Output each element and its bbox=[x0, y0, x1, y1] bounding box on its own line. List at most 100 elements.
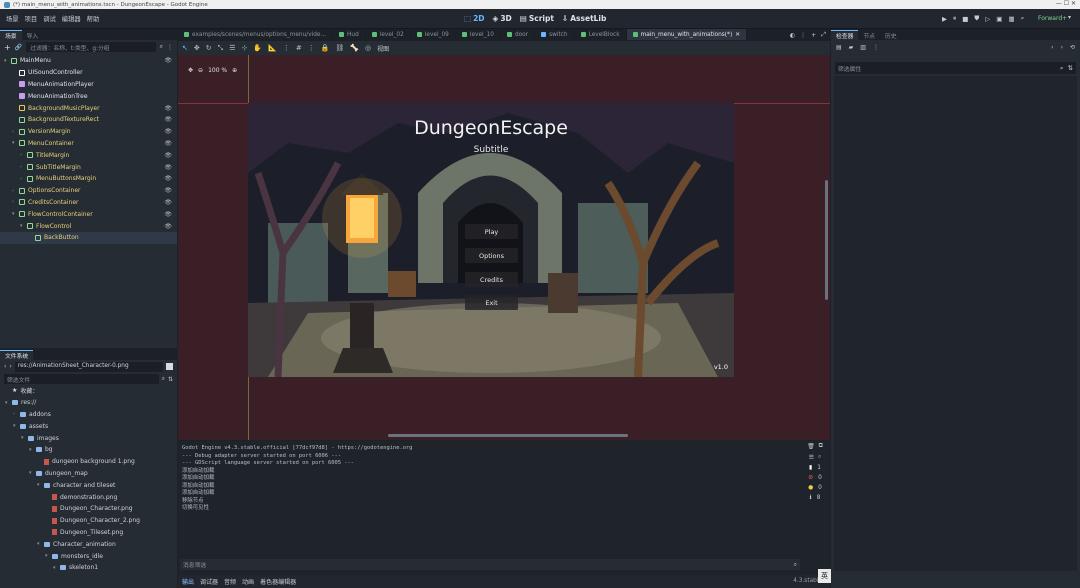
expand-arrow-icon[interactable]: › bbox=[13, 411, 20, 417]
scene-node-backgroundtexturerect[interactable]: BackgroundTextureRect 👁 bbox=[0, 114, 177, 126]
add-tab-icon[interactable]: + bbox=[811, 32, 816, 39]
menu-project[interactable]: 项目 bbox=[25, 14, 38, 23]
window-controls[interactable]: — ☐ ✕ bbox=[1056, 0, 1076, 7]
zoom-level[interactable]: 100 % bbox=[208, 67, 227, 74]
workspace-assetlib-button[interactable]: ⇩ AssetLib bbox=[562, 14, 606, 23]
scene-filter-input[interactable]: 过滤器：名称、t:类型、g:分组 bbox=[26, 42, 156, 52]
snap-icon[interactable]: ⋮ bbox=[283, 44, 290, 52]
zoom-out-icon[interactable]: ⊖ bbox=[198, 67, 203, 74]
credits-button[interactable]: Credits bbox=[465, 272, 518, 287]
movie-icon[interactable]: ▦ bbox=[1008, 15, 1014, 23]
file-item[interactable]: Dungeon_Character_2.png bbox=[0, 515, 177, 527]
pan-icon[interactable]: ✥ bbox=[188, 67, 193, 74]
visibility-toggle-icon[interactable]: 👁 bbox=[164, 116, 172, 123]
move-tool-icon[interactable]: ✥ bbox=[194, 44, 200, 52]
pause-icon[interactable]: ⏸ bbox=[953, 14, 956, 23]
warning-icon[interactable]: ● bbox=[808, 485, 813, 491]
scene-node-subtitlemargin[interactable]: › SubTitleMargin 👁 bbox=[0, 161, 177, 173]
message-filter-input[interactable]: 消息筛选 bbox=[183, 560, 206, 569]
scene-tab[interactable]: switch bbox=[535, 29, 575, 40]
folder-item[interactable]: ▾ Character_animation bbox=[0, 538, 177, 550]
more-options-icon[interactable]: ⋮ bbox=[308, 44, 315, 52]
scene-node-menuanimationplayer[interactable]: MenuAnimationPlayer bbox=[0, 79, 177, 91]
scene-tab[interactable]: examples/scenes/menus/options_menu/vide.… bbox=[178, 29, 334, 40]
expand-arrow-icon[interactable]: ▾ bbox=[29, 447, 36, 453]
horizontal-scrollbar[interactable] bbox=[388, 434, 628, 437]
tab-filesystem[interactable]: 文件系统 bbox=[0, 350, 34, 360]
ruler-icon[interactable]: 📐 bbox=[268, 44, 277, 52]
menu-help[interactable]: 帮助 bbox=[87, 14, 100, 23]
sort-icon[interactable]: ⇅ bbox=[168, 376, 173, 383]
exit-button[interactable]: Exit bbox=[465, 295, 518, 310]
history-icon[interactable]: ◐ bbox=[790, 32, 795, 39]
folder-item[interactable]: ▾ skeleton1 bbox=[0, 562, 177, 574]
clear-icon[interactable]: 🗑 bbox=[807, 444, 814, 450]
view-menu[interactable]: 视图 bbox=[377, 44, 389, 53]
scale-tool-icon[interactable]: ⤡ bbox=[218, 44, 224, 53]
folder-item[interactable]: ★ 收藏： bbox=[0, 385, 177, 397]
visibility-toggle-icon[interactable]: 👁 bbox=[164, 187, 172, 194]
add-node-icon[interactable]: + bbox=[4, 43, 11, 52]
select-tool-icon[interactable]: ↖ bbox=[182, 44, 188, 52]
stop-icon[interactable]: ■ bbox=[962, 15, 968, 23]
rotate-tool-icon[interactable]: ↻ bbox=[206, 44, 212, 52]
property-filter-input[interactable]: 筛选属性 bbox=[838, 64, 861, 73]
scene-tab[interactable]: LevelBlock bbox=[575, 29, 627, 40]
workspace-script-button[interactable]: ▤ Script bbox=[520, 14, 554, 23]
play-custom-icon[interactable]: ▣ bbox=[996, 15, 1002, 23]
visibility-toggle-icon[interactable]: 👁 bbox=[164, 57, 172, 64]
menu-debug[interactable]: 调试 bbox=[43, 14, 56, 23]
expand-arrow-icon[interactable]: ▾ bbox=[45, 553, 52, 559]
search-toggle-icon[interactable]: ⌕ bbox=[818, 454, 821, 461]
folder-item[interactable]: ▾ images bbox=[0, 432, 177, 444]
link-icon[interactable]: 🔗 bbox=[15, 44, 22, 51]
expand-arrow-icon[interactable]: ▾ bbox=[20, 223, 27, 229]
back-icon[interactable]: ‹ bbox=[4, 363, 6, 370]
scene-node-flowcontrolcontainer[interactable]: ▾ FlowControlContainer 👁 bbox=[0, 208, 177, 220]
expand-arrow-icon[interactable]: ▾ bbox=[37, 541, 44, 547]
folder-item[interactable]: ▾ character and tileset bbox=[0, 479, 177, 491]
path-field[interactable]: res://AnimationSheet_Character-0.png bbox=[14, 361, 163, 372]
visibility-toggle-icon[interactable]: 👁 bbox=[164, 152, 172, 159]
prev-icon[interactable]: ‹ bbox=[1051, 44, 1053, 51]
log-icon[interactable]: ▮ bbox=[809, 465, 812, 471]
scene-node-versionmargin[interactable]: › VersionMargin 👁 bbox=[0, 126, 177, 138]
visibility-toggle-icon[interactable]: 👁 bbox=[164, 140, 172, 147]
play-button[interactable]: Play bbox=[465, 224, 518, 239]
tab-node[interactable]: 节点 bbox=[858, 30, 880, 40]
more-icon[interactable]: ⋮ bbox=[167, 44, 173, 51]
file-item[interactable]: Dungeon_Character.png bbox=[0, 503, 177, 515]
scene-node-menuanimationtree[interactable]: MenuAnimationTree bbox=[0, 90, 177, 102]
scene-node-menucontainer[interactable]: ▾ MenuContainer 👁 bbox=[0, 138, 177, 150]
folder-item[interactable]: › addons bbox=[0, 409, 177, 421]
tab-history[interactable]: 历史 bbox=[880, 30, 902, 40]
folder-item[interactable]: ▾ monsters_idle bbox=[0, 550, 177, 562]
scene-node-mainmenu[interactable]: ▾ MainMenu 👁 bbox=[0, 55, 177, 67]
group-icon[interactable]: ⛓ bbox=[335, 44, 344, 52]
play-icon[interactable]: ▶ bbox=[942, 15, 947, 23]
visibility-toggle-icon[interactable]: 👁 bbox=[164, 223, 172, 230]
scene-node-uisoundcontroller[interactable]: UISoundController bbox=[0, 67, 177, 79]
file-item[interactable]: Dungeon_Tileset.png bbox=[0, 527, 177, 539]
forward-icon[interactable]: › bbox=[9, 363, 11, 370]
menu-scene[interactable]: 场景 bbox=[6, 14, 19, 23]
scene-node-flowcontrol[interactable]: ▾ FlowControl 👁 bbox=[0, 220, 177, 232]
canvas-viewport[interactable]: ✥ ⊖ 100 % ⊕ DungeonEscape Subtitle v1.0 … bbox=[178, 55, 830, 440]
expand-arrow-icon[interactable]: › bbox=[20, 164, 27, 170]
filter-icon[interactable]: ☰ bbox=[809, 455, 814, 461]
play-scene-icon[interactable]: ▷ bbox=[985, 15, 990, 23]
scene-node-backbutton[interactable]: BackButton bbox=[0, 231, 177, 244]
scene-tab[interactable]: Hud bbox=[333, 29, 366, 40]
tab-inspector[interactable]: 检查器 bbox=[831, 30, 859, 40]
close-tab-icon[interactable]: ✕ bbox=[735, 32, 740, 38]
open-folder-icon[interactable]: ▰ bbox=[849, 44, 854, 51]
folder-item[interactable]: ▾ res:// bbox=[0, 397, 177, 409]
vertical-scrollbar[interactable] bbox=[825, 180, 828, 300]
pan-tool-icon[interactable]: ✋ bbox=[253, 44, 262, 52]
grid-icon[interactable]: # bbox=[296, 44, 302, 52]
folder-item[interactable]: ▾ dungeon_map bbox=[0, 468, 177, 480]
remote-debug-icon[interactable]: ⛊ bbox=[974, 14, 979, 23]
expand-arrow-icon[interactable]: ▾ bbox=[12, 211, 19, 217]
file-filter-input[interactable]: 筛选文件 bbox=[4, 374, 159, 384]
save-icon[interactable]: ▥ bbox=[860, 44, 866, 51]
